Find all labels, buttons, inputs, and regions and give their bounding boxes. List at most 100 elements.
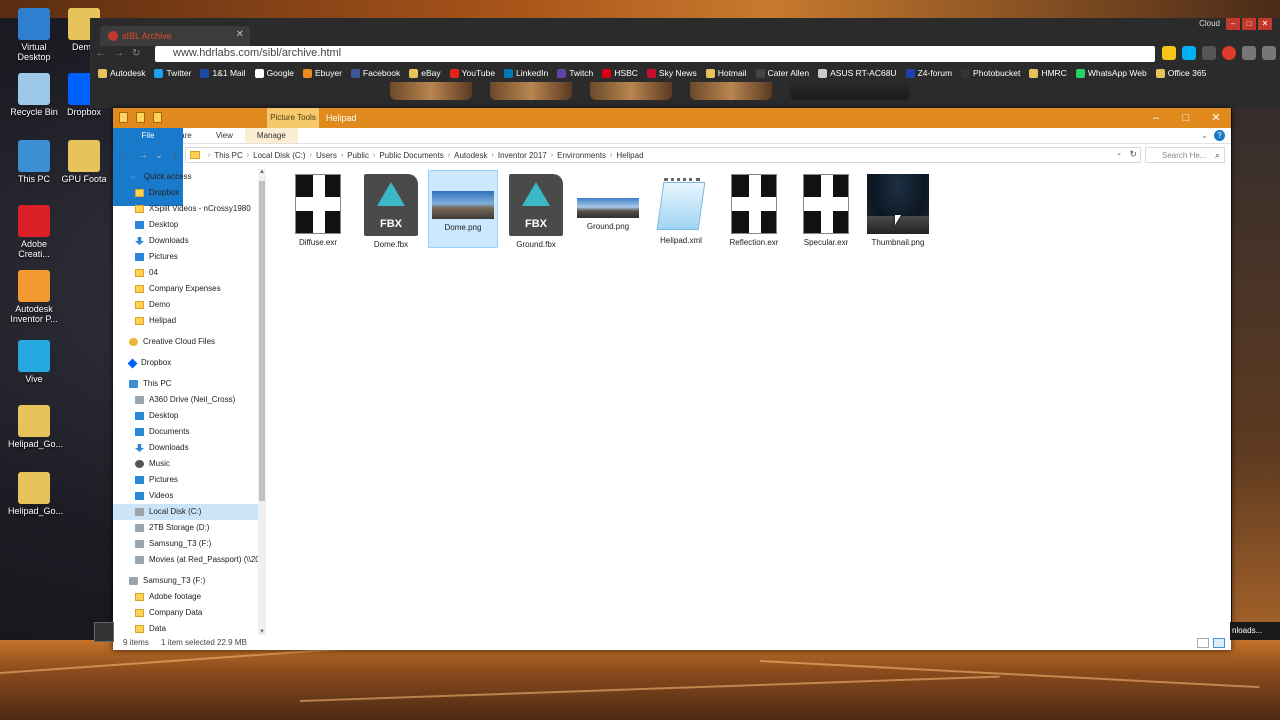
nav-item[interactable]: Helipad: [113, 313, 265, 329]
maximize-icon[interactable]: □: [1242, 18, 1256, 30]
file-item[interactable]: Diffuse.exr: [283, 170, 353, 248]
nav-item[interactable]: Music: [113, 456, 265, 472]
minimize-icon[interactable]: –: [1226, 18, 1240, 30]
file-item[interactable]: FBX Ground.fbx: [501, 170, 571, 249]
desktop-icon[interactable]: Helipad_Go...: [8, 405, 63, 449]
bookmark-item[interactable]: eBay: [409, 66, 441, 80]
up-icon[interactable]: ↑: [167, 150, 183, 161]
taskbar-item[interactable]: nloads...: [1230, 622, 1280, 640]
browser-tab[interactable]: sIBL Archive ✕: [100, 26, 250, 46]
back-icon[interactable]: ←: [119, 150, 135, 161]
nav-item[interactable]: Samsung_T3 (F:): [113, 573, 265, 589]
bookmark-item[interactable]: Google: [254, 66, 294, 80]
reload-icon[interactable]: ↻: [132, 48, 140, 59]
bookmark-item[interactable]: HMRC: [1029, 66, 1067, 80]
nav-item[interactable]: Desktop: [113, 408, 265, 424]
file-item[interactable]: FBX Dome.fbx: [356, 170, 426, 249]
nav-item[interactable]: Desktop✦: [113, 217, 265, 233]
nav-item[interactable]: This PC: [113, 376, 265, 392]
breadcrumb-item[interactable]: Environments: [557, 151, 606, 160]
maximize-icon[interactable]: □: [1171, 108, 1201, 128]
recent-locations-icon[interactable]: ⌄: [151, 150, 167, 161]
skype-icon[interactable]: [1182, 46, 1196, 60]
nav-item[interactable]: ★ Quick access: [113, 169, 265, 185]
chevron-right-icon[interactable]: ›: [208, 152, 210, 159]
large-icons-view-icon[interactable]: [1213, 638, 1225, 648]
forward-icon[interactable]: →: [135, 150, 151, 161]
page-thumbnail[interactable]: [790, 82, 910, 100]
nav-item[interactable]: Movies (at Red_Passport) (\\20: [113, 552, 265, 568]
breadcrumb-item[interactable]: Helipad: [616, 151, 643, 160]
tab-view[interactable]: View: [204, 128, 245, 143]
new-folder-icon[interactable]: [153, 112, 162, 123]
chevron-right-icon[interactable]: ›: [247, 152, 249, 159]
breadcrumb[interactable]: › This PC › Local Disk (C:) › Users › Public › Pu…: [185, 147, 1141, 163]
desktop-icon[interactable]: GPU Foota: [58, 140, 110, 184]
profile-label[interactable]: Cloud: [1199, 18, 1220, 30]
file-item[interactable]: Ground.png: [573, 170, 643, 248]
help-icon[interactable]: ?: [1214, 130, 1225, 141]
breadcrumb-item[interactable]: Users: [316, 151, 337, 160]
breadcrumb-item[interactable]: This PC: [214, 151, 242, 160]
desktop-icon[interactable]: Virtual Desktop: [8, 8, 60, 62]
nav-item[interactable]: Creative Cloud Files: [113, 334, 265, 350]
bookmark-item[interactable]: Hotmail: [705, 66, 747, 80]
chevron-right-icon[interactable]: ›: [448, 152, 450, 159]
desktop-icon[interactable]: This PC: [8, 140, 60, 184]
bookmark-item[interactable]: Z4-forum: [905, 66, 952, 80]
nav-pane-scrollbar[interactable]: ▲ ▼: [258, 169, 266, 635]
nav-item[interactable]: Pictures✦: [113, 249, 265, 265]
desktop-icon[interactable]: Adobe Creati...: [8, 205, 60, 259]
close-icon[interactable]: ✕: [1258, 18, 1272, 30]
nav-item[interactable]: XSplit Videos - nCrossy1980✦: [113, 201, 265, 217]
file-item[interactable]: Dome.png: [428, 170, 498, 248]
scroll-down-icon[interactable]: ▼: [258, 629, 266, 635]
desktop-icon[interactable]: Helipad_Go...: [8, 472, 63, 516]
nav-item[interactable]: Demo: [113, 297, 265, 313]
address-dropdown-icon[interactable]: ⌄: [1116, 149, 1122, 157]
back-icon[interactable]: ←: [96, 48, 106, 59]
desktop-icon[interactable]: Recycle Bin: [8, 73, 60, 117]
nav-item[interactable]: Adobe footage: [113, 589, 265, 605]
bookmark-item[interactable]: Photobucket: [961, 66, 1020, 80]
breadcrumb-item[interactable]: Public Documents: [379, 151, 443, 160]
bookmark-item[interactable]: Ebuyer: [302, 66, 342, 80]
nav-item[interactable]: Pictures: [113, 472, 265, 488]
nav-item[interactable]: A360 Drive (Neil_Cross): [113, 392, 265, 408]
page-thumbnail[interactable]: [490, 82, 572, 100]
bookmark-item[interactable]: ASUS RT-AC68U: [818, 66, 897, 80]
bookmark-item[interactable]: Office 365: [1155, 66, 1206, 80]
bookmark-item[interactable]: LinkedIn: [504, 66, 548, 80]
file-item[interactable]: Helipad.xml: [646, 170, 716, 248]
chevron-right-icon[interactable]: ›: [610, 152, 612, 159]
file-item[interactable]: Thumbnail.png: [863, 170, 933, 248]
scrollbar-thumb[interactable]: [259, 181, 265, 501]
bookmark-item[interactable]: WhatsApp Web: [1075, 66, 1147, 80]
scroll-up-icon[interactable]: ▲: [258, 169, 266, 175]
bookmark-item[interactable]: Autodesk: [98, 66, 145, 80]
minimize-icon[interactable]: –: [1141, 108, 1171, 128]
nav-item[interactable]: Company Expenses: [113, 281, 265, 297]
desktop-icon[interactable]: Autodesk Inventor P...: [8, 270, 60, 324]
breadcrumb-item[interactable]: Inventor 2017: [498, 151, 547, 160]
nav-item[interactable]: Data: [113, 621, 265, 635]
chevron-right-icon[interactable]: ›: [310, 152, 312, 159]
nav-item[interactable]: Company Data: [113, 605, 265, 621]
bookmark-item[interactable]: YouTube: [449, 66, 495, 80]
bookmark-item[interactable]: Facebook: [350, 66, 400, 80]
breadcrumb-item[interactable]: Local Disk (C:): [253, 151, 305, 160]
bookmark-item[interactable]: Twitch: [557, 66, 593, 80]
record-icon[interactable]: [1222, 46, 1236, 60]
page-thumbnail[interactable]: [590, 82, 672, 100]
bookmark-item[interactable]: Sky News: [646, 66, 697, 80]
search-icon[interactable]: ⌕: [1215, 150, 1220, 161]
bookmark-item[interactable]: Twitter: [154, 66, 191, 80]
nav-item[interactable]: Documents: [113, 424, 265, 440]
breadcrumb-item[interactable]: Public: [347, 151, 369, 160]
nav-item[interactable]: Videos: [113, 488, 265, 504]
tab-manage[interactable]: Manage: [244, 128, 298, 143]
taskbar-item[interactable]: [94, 622, 114, 642]
bookmark-item[interactable]: 1&1 Mail: [200, 66, 246, 80]
file-item[interactable]: Reflection.exr: [719, 170, 789, 248]
forward-icon[interactable]: →: [114, 48, 124, 59]
